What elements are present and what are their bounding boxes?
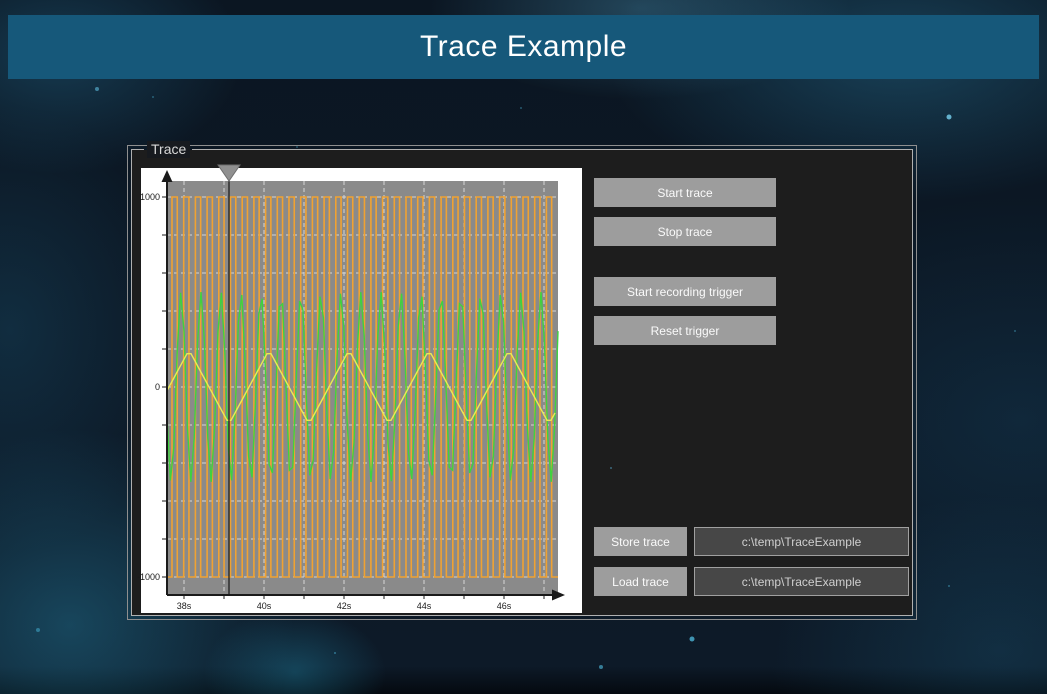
x-axis-tick-label: 40s [257, 601, 272, 611]
x-axis-arrow-icon [552, 590, 565, 601]
store-trace-button[interactable]: Store trace [594, 527, 687, 556]
reset-trigger-button[interactable]: Reset trigger [594, 316, 776, 345]
load-trace-button[interactable]: Load trace [594, 567, 687, 596]
app-title: Trace Example [420, 30, 627, 64]
load-path-field[interactable] [694, 567, 909, 596]
groupbox-border-segment [131, 149, 144, 150]
groupbox-border-segment [192, 149, 913, 150]
trace-chart-panel: 10000-100038s40s42s44s46s [141, 168, 582, 613]
y-axis-tick-label: 0 [155, 382, 160, 392]
store-path-field[interactable] [694, 527, 909, 556]
start-recording-trigger-button[interactable]: Start recording trigger [594, 277, 776, 306]
x-axis-tick-label: 38s [177, 601, 192, 611]
stop-trace-button[interactable]: Stop trace [594, 217, 776, 246]
y-axis-arrow-icon [162, 170, 173, 182]
x-axis-tick-label: 42s [337, 601, 352, 611]
trace-plot[interactable]: 10000-100038s40s42s44s46s [141, 168, 582, 613]
start-trace-button[interactable]: Start trace [594, 178, 776, 207]
title-bar: Trace Example [8, 15, 1039, 79]
x-axis-tick-label: 46s [497, 601, 512, 611]
y-axis-tick-label: -1000 [137, 572, 160, 582]
app-window: Trace Example Trace 1000 0 -1000 38s 40s 42s 4… [0, 0, 1047, 694]
background-particles [0, 0, 2, 2]
groupbox-label: Trace [147, 141, 190, 158]
cursor-marker[interactable] [218, 165, 240, 181]
x-axis-tick-label: 44s [417, 601, 432, 611]
y-axis-tick-label: 1000 [140, 192, 160, 202]
trace-groupbox: Trace 10000-100038s40s42s44s46s Start tr… [131, 150, 913, 616]
